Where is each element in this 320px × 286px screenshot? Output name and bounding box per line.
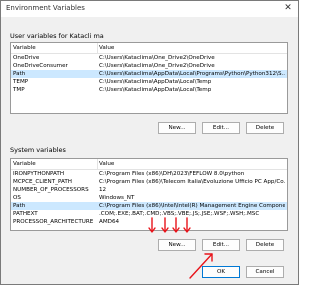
user-variables-list[interactable]: Variable Value OneDrive C:\Users\Kataclim… (10, 42, 288, 114)
cancel-button[interactable]: Cancel (246, 266, 284, 278)
user-row[interactable]: OneDrive C:\Users\Kataclima\One_Drive2\On… (11, 54, 287, 62)
variable-value-cell: Windows_NT (99, 195, 135, 201)
system-delete-button[interactable]: Delete (246, 239, 284, 251)
system-variables-header: Variable Value (11, 159, 287, 170)
environment-variables-dialog: Environment Variables ✕ User variables f… (0, 0, 299, 285)
variable-value-cell: C:\Program Files (x86)\DH\2023\FEFLOW 8.… (99, 171, 245, 177)
system-row[interactable]: PATHEXT .COM;.EXE;.BAT;.CMD;.VBS;.VBE;.JS… (11, 210, 287, 218)
variable-name-cell: PROCESSOR_ARCHITECTURE (13, 219, 94, 225)
user-variables-header: Variable Value (11, 43, 287, 54)
system-row[interactable]: Path C:\Program Files (x86)\Intel\Intel(R… (11, 202, 287, 210)
column-divider[interactable] (97, 159, 98, 169)
user-edit-button[interactable]: Edit... (202, 122, 240, 134)
ok-button[interactable]: OK (202, 266, 240, 278)
variable-name-cell: OS (13, 195, 21, 201)
variable-value-cell: C:\Users\Kataclima\AppData\Local\Temp (99, 79, 212, 85)
system-row[interactable]: IRONPYTHONPATH C:\Program Files (x86)\DH\… (11, 170, 287, 178)
variable-name-cell: TEMP (13, 79, 29, 85)
variable-name-cell: OneDriveConsumer (13, 63, 68, 69)
system-variables-list[interactable]: Variable Value IRONPYTHONPATH C:\Program … (10, 158, 288, 231)
title-bar: Environment Variables ✕ (1, 1, 298, 17)
variable-name-cell: NUMBER_OF_PROCESSORS (13, 187, 89, 193)
column-header-value[interactable]: Value (99, 45, 114, 51)
variable-name-cell: MCPCE_CLIENT_PATH (13, 179, 72, 185)
variable-name-cell: PATHEXT (13, 211, 38, 217)
column-header-variable[interactable]: Variable (13, 161, 36, 167)
variable-value-cell: C:\Users\Kataclima\AppData\Local\Temp (99, 87, 212, 93)
system-row[interactable]: NUMBER_OF_PROCESSORS 12 (11, 186, 287, 194)
variable-value-cell: C:\Users\Kataclima\One_Drive2\OneDrive (99, 55, 215, 61)
variable-value-cell: 12 (99, 187, 107, 193)
user-variables-label: User variables for Katacli ma (10, 32, 104, 40)
system-row[interactable]: MCPCE_CLIENT_PATH C:\Program Files (x86)\… (11, 178, 287, 186)
variable-name-cell: IRONPYTHONPATH (13, 171, 65, 177)
variable-value-cell: C:\Program Files (x86)\Intel\Intel(R) Ma… (99, 203, 285, 209)
variable-name-cell: Path (13, 71, 26, 77)
variable-name-cell: OneDrive (13, 55, 40, 61)
column-header-variable[interactable]: Variable (13, 45, 36, 51)
variable-value-cell: C:\Users\Kataclima\One_Drive2\OneDrive (99, 63, 215, 69)
window-title: Environment Variables (6, 4, 85, 12)
user-new-button[interactable]: New... (158, 122, 196, 134)
column-divider[interactable] (97, 43, 98, 53)
variable-value-cell: C:\Users\Kataclima\AppData\Local\Program… (99, 71, 285, 77)
user-row[interactable]: Path C:\Users\Kataclima\AppData\Local\Pro… (11, 70, 287, 78)
variable-value-cell: .COM;.EXE;.BAT;.CMD;.VBS;.VBE;.JS;.JSE;.… (99, 211, 260, 217)
variable-name-cell: Path (13, 203, 26, 209)
variable-value-cell: C:\Program Files (x86)\Telecom Italia\Ev… (99, 179, 285, 185)
column-header-value[interactable]: Value (99, 161, 114, 167)
user-delete-button[interactable]: Delete (246, 122, 284, 134)
user-row[interactable]: TMP C:\Users\Kataclima\AppData\Local\Temp (11, 86, 287, 94)
variable-name-cell: TMP (13, 87, 25, 93)
system-row[interactable]: OS Windows_NT (11, 194, 287, 202)
system-row[interactable]: PROCESSOR_ARCHITECTURE AMD64 (11, 218, 287, 226)
user-row[interactable]: OneDriveConsumer C:\Users\Kataclima\One_D… (11, 62, 287, 70)
system-variables-label: System variables (10, 146, 66, 154)
system-edit-button[interactable]: Edit... (202, 239, 240, 251)
variable-value-cell: AMD64 (99, 219, 120, 225)
close-icon[interactable]: ✕ (282, 2, 294, 14)
system-new-button[interactable]: New... (158, 239, 196, 251)
user-row[interactable]: TEMP C:\Users\Kataclima\AppData\Local\Tem… (11, 78, 287, 86)
